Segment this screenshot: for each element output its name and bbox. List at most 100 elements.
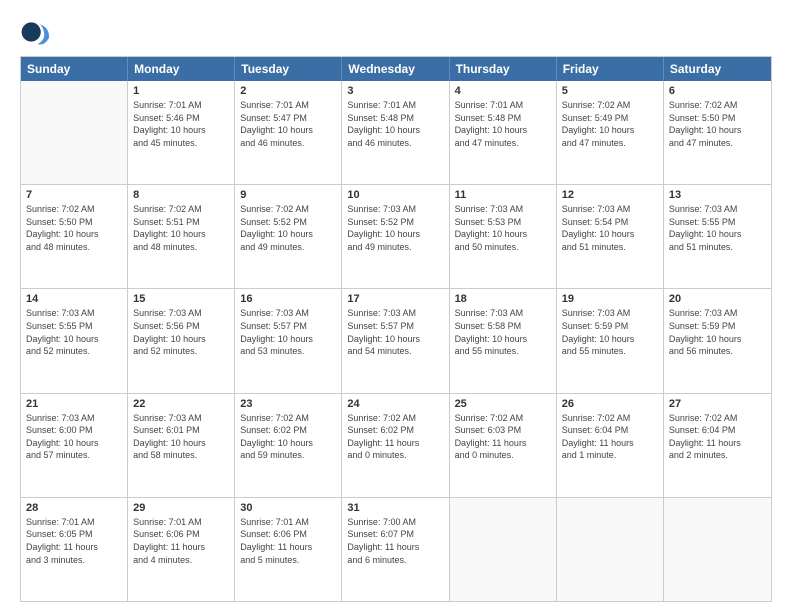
- day-number: 2: [240, 85, 336, 97]
- logo: [20, 16, 56, 48]
- calendar-cell: [450, 498, 557, 601]
- day-number: 8: [133, 189, 229, 201]
- day-info: Sunrise: 7:03 AM Sunset: 5:57 PM Dayligh…: [347, 307, 443, 357]
- calendar-cell: 16 Sunrise: 7:03 AM Sunset: 5:57 PM Dayli…: [235, 289, 342, 392]
- calendar-cell: 17 Sunrise: 7:03 AM Sunset: 5:57 PM Dayli…: [342, 289, 449, 392]
- day-number: 9: [240, 189, 336, 201]
- day-info: Sunrise: 7:02 AM Sunset: 5:49 PM Dayligh…: [562, 99, 658, 149]
- calendar-cell: 19 Sunrise: 7:03 AM Sunset: 5:59 PM Dayli…: [557, 289, 664, 392]
- page: SundayMondayTuesdayWednesdayThursdayFrid…: [0, 0, 792, 612]
- calendar-cell: 5 Sunrise: 7:02 AM Sunset: 5:49 PM Daylig…: [557, 81, 664, 184]
- day-number: 23: [240, 398, 336, 410]
- day-number: 28: [26, 502, 122, 514]
- calendar-cell: 13 Sunrise: 7:03 AM Sunset: 5:55 PM Dayli…: [664, 185, 771, 288]
- calendar-cell: 14 Sunrise: 7:03 AM Sunset: 5:55 PM Dayli…: [21, 289, 128, 392]
- day-number: 16: [240, 293, 336, 305]
- calendar-header-day: Wednesday: [342, 57, 449, 81]
- day-info: Sunrise: 7:01 AM Sunset: 6:06 PM Dayligh…: [133, 516, 229, 566]
- day-info: Sunrise: 7:02 AM Sunset: 5:51 PM Dayligh…: [133, 203, 229, 253]
- day-number: 22: [133, 398, 229, 410]
- day-info: Sunrise: 7:03 AM Sunset: 5:54 PM Dayligh…: [562, 203, 658, 253]
- calendar-cell: 2 Sunrise: 7:01 AM Sunset: 5:47 PM Daylig…: [235, 81, 342, 184]
- day-info: Sunrise: 7:01 AM Sunset: 6:05 PM Dayligh…: [26, 516, 122, 566]
- calendar-cell: [21, 81, 128, 184]
- day-number: 17: [347, 293, 443, 305]
- day-number: 30: [240, 502, 336, 514]
- day-info: Sunrise: 7:03 AM Sunset: 5:59 PM Dayligh…: [669, 307, 766, 357]
- day-info: Sunrise: 7:03 AM Sunset: 5:52 PM Dayligh…: [347, 203, 443, 253]
- calendar-cell: 27 Sunrise: 7:02 AM Sunset: 6:04 PM Dayli…: [664, 394, 771, 497]
- calendar-cell: 31 Sunrise: 7:00 AM Sunset: 6:07 PM Dayli…: [342, 498, 449, 601]
- day-number: 6: [669, 85, 766, 97]
- day-number: 1: [133, 85, 229, 97]
- calendar-cell: 22 Sunrise: 7:03 AM Sunset: 6:01 PM Dayli…: [128, 394, 235, 497]
- day-info: Sunrise: 7:01 AM Sunset: 5:48 PM Dayligh…: [347, 99, 443, 149]
- day-info: Sunrise: 7:03 AM Sunset: 6:01 PM Dayligh…: [133, 412, 229, 462]
- calendar-header-day: Thursday: [450, 57, 557, 81]
- calendar-cell: 18 Sunrise: 7:03 AM Sunset: 5:58 PM Dayli…: [450, 289, 557, 392]
- day-number: 21: [26, 398, 122, 410]
- day-info: Sunrise: 7:02 AM Sunset: 6:02 PM Dayligh…: [240, 412, 336, 462]
- day-number: 27: [669, 398, 766, 410]
- day-info: Sunrise: 7:01 AM Sunset: 6:06 PM Dayligh…: [240, 516, 336, 566]
- day-info: Sunrise: 7:03 AM Sunset: 5:59 PM Dayligh…: [562, 307, 658, 357]
- day-info: Sunrise: 7:02 AM Sunset: 5:50 PM Dayligh…: [26, 203, 122, 253]
- calendar-header-day: Saturday: [664, 57, 771, 81]
- day-info: Sunrise: 7:01 AM Sunset: 5:48 PM Dayligh…: [455, 99, 551, 149]
- day-number: 11: [455, 189, 551, 201]
- calendar-cell: 26Sunrise: 7:02 AM Sunset: 6:04 PM Dayli…: [557, 394, 664, 497]
- calendar-cell: 7 Sunrise: 7:02 AM Sunset: 5:50 PM Daylig…: [21, 185, 128, 288]
- day-number: 29: [133, 502, 229, 514]
- day-number: 10: [347, 189, 443, 201]
- day-number: 20: [669, 293, 766, 305]
- calendar-cell: 23 Sunrise: 7:02 AM Sunset: 6:02 PM Dayli…: [235, 394, 342, 497]
- day-info: Sunrise: 7:03 AM Sunset: 5:55 PM Dayligh…: [669, 203, 766, 253]
- calendar-cell: 21 Sunrise: 7:03 AM Sunset: 6:00 PM Dayli…: [21, 394, 128, 497]
- day-info: Sunrise: 7:03 AM Sunset: 5:56 PM Dayligh…: [133, 307, 229, 357]
- calendar-cell: 28 Sunrise: 7:01 AM Sunset: 6:05 PM Dayli…: [21, 498, 128, 601]
- day-info: Sunrise: 7:01 AM Sunset: 5:46 PM Dayligh…: [133, 99, 229, 149]
- day-number: 31: [347, 502, 443, 514]
- day-number: 4: [455, 85, 551, 97]
- day-info: Sunrise: 7:02 AM Sunset: 6:02 PM Dayligh…: [347, 412, 443, 462]
- day-info: Sunrise: 7:02 AM Sunset: 6:04 PM Dayligh…: [669, 412, 766, 462]
- day-info: Sunrise: 7:03 AM Sunset: 5:57 PM Dayligh…: [240, 307, 336, 357]
- calendar-cell: 10 Sunrise: 7:03 AM Sunset: 5:52 PM Dayli…: [342, 185, 449, 288]
- calendar-row: 21 Sunrise: 7:03 AM Sunset: 6:00 PM Dayli…: [21, 393, 771, 497]
- calendar-cell: 25 Sunrise: 7:02 AM Sunset: 6:03 PM Dayli…: [450, 394, 557, 497]
- day-number: 5: [562, 85, 658, 97]
- day-number: 14: [26, 293, 122, 305]
- calendar: SundayMondayTuesdayWednesdayThursdayFrid…: [20, 56, 772, 602]
- day-number: 3: [347, 85, 443, 97]
- day-number: 24: [347, 398, 443, 410]
- calendar-cell: 8 Sunrise: 7:02 AM Sunset: 5:51 PM Daylig…: [128, 185, 235, 288]
- calendar-cell: 1 Sunrise: 7:01 AM Sunset: 5:46 PM Daylig…: [128, 81, 235, 184]
- calendar-row: 1 Sunrise: 7:01 AM Sunset: 5:46 PM Daylig…: [21, 81, 771, 184]
- day-info: Sunrise: 7:01 AM Sunset: 5:47 PM Dayligh…: [240, 99, 336, 149]
- day-number: 13: [669, 189, 766, 201]
- day-number: 18: [455, 293, 551, 305]
- calendar-header: SundayMondayTuesdayWednesdayThursdayFrid…: [21, 57, 771, 81]
- calendar-row: 7 Sunrise: 7:02 AM Sunset: 5:50 PM Daylig…: [21, 184, 771, 288]
- day-number: 25: [455, 398, 551, 410]
- day-info: Sunrise: 7:02 AM Sunset: 6:03 PM Dayligh…: [455, 412, 551, 462]
- day-number: 19: [562, 293, 658, 305]
- day-info: Sunrise: 7:03 AM Sunset: 6:00 PM Dayligh…: [26, 412, 122, 462]
- calendar-cell: 20 Sunrise: 7:03 AM Sunset: 5:59 PM Dayli…: [664, 289, 771, 392]
- calendar-cell: 4 Sunrise: 7:01 AM Sunset: 5:48 PM Daylig…: [450, 81, 557, 184]
- calendar-header-day: Monday: [128, 57, 235, 81]
- calendar-cell: 15 Sunrise: 7:03 AM Sunset: 5:56 PM Dayli…: [128, 289, 235, 392]
- calendar-cell: 9Sunrise: 7:02 AM Sunset: 5:52 PM Daylig…: [235, 185, 342, 288]
- calendar-cell: 30 Sunrise: 7:01 AM Sunset: 6:06 PM Dayli…: [235, 498, 342, 601]
- day-number: 7: [26, 189, 122, 201]
- day-info: Sunrise: 7:03 AM Sunset: 5:58 PM Dayligh…: [455, 307, 551, 357]
- day-info: Sunrise: 7:00 AM Sunset: 6:07 PM Dayligh…: [347, 516, 443, 566]
- day-info: Sunrise: 7:03 AM Sunset: 5:55 PM Dayligh…: [26, 307, 122, 357]
- calendar-cell: 11Sunrise: 7:03 AM Sunset: 5:53 PM Dayli…: [450, 185, 557, 288]
- logo-icon: [20, 16, 52, 48]
- calendar-cell: 6Sunrise: 7:02 AM Sunset: 5:50 PM Daylig…: [664, 81, 771, 184]
- header: [20, 16, 772, 48]
- calendar-row: 14 Sunrise: 7:03 AM Sunset: 5:55 PM Dayli…: [21, 288, 771, 392]
- day-info: Sunrise: 7:02 AM Sunset: 6:04 PM Dayligh…: [562, 412, 658, 462]
- day-number: 15: [133, 293, 229, 305]
